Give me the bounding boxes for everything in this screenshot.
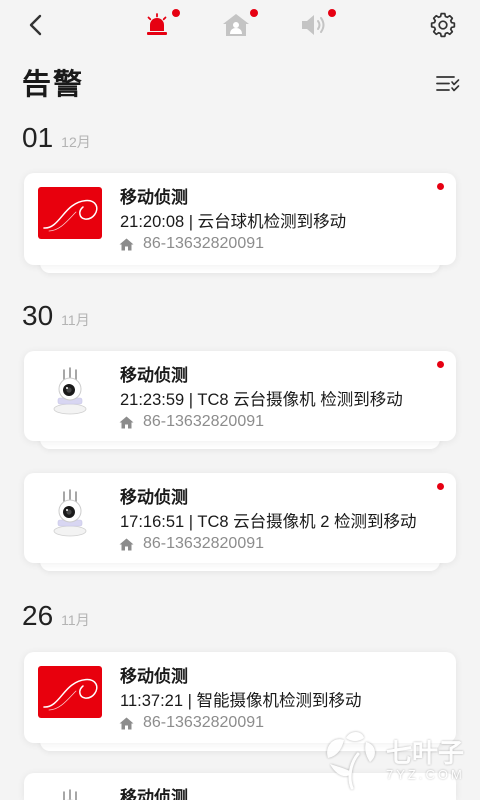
brand-logo-thumbnail bbox=[38, 666, 102, 718]
alarm-card[interactable]: 移动侦测 11:37:21 | 智能摄像机检测到移动 86-1363282009… bbox=[24, 652, 456, 743]
device-id: 86-13632820091 bbox=[143, 535, 265, 552]
home-icon bbox=[119, 416, 134, 429]
alarm-card[interactable]: 移动侦测 21:20:08 | 云台球机检测到移动 86-13632820091 bbox=[24, 173, 456, 265]
filter-button[interactable] bbox=[436, 75, 460, 93]
alarm-card[interactable]: 移动侦测 17:16:51 | TC8 云台摄像机 2 检测到移动 86-136… bbox=[24, 473, 456, 563]
date-day: 01 bbox=[22, 122, 54, 153]
date-header: 01 12月 bbox=[22, 120, 91, 156]
speaker-icon bbox=[302, 15, 325, 35]
date-month: 11月 bbox=[61, 312, 90, 328]
back-button[interactable] bbox=[25, 13, 47, 37]
alarms-badge bbox=[172, 9, 180, 17]
settings-button[interactable] bbox=[430, 12, 456, 38]
alarm-type: 移动侦测 bbox=[120, 366, 188, 385]
chevron-left-icon bbox=[29, 14, 42, 36]
date-header: 26 11月 bbox=[22, 598, 90, 634]
device-row: 86-13632820091 bbox=[119, 411, 264, 433]
alarm-detail: 17:16:51 | TC8 云台摄像机 2 检测到移动 bbox=[120, 513, 417, 531]
alarm-detail: 21:23:59 | TC8 云台摄像机 检测到移动 bbox=[120, 391, 403, 409]
alarm-detail: 21:20:08 | 云台球机检测到移动 bbox=[120, 213, 347, 231]
unread-dot bbox=[437, 183, 444, 190]
date-month: 11月 bbox=[61, 612, 90, 628]
gear-icon bbox=[430, 12, 456, 38]
alarm-type: 移动侦测 bbox=[120, 788, 188, 800]
date-day: 30 bbox=[22, 300, 54, 331]
watermark-site: 7YZ.COM bbox=[386, 767, 465, 782]
home-badge bbox=[250, 9, 258, 17]
list-check-icon bbox=[436, 76, 460, 92]
device-id: 86-13632820091 bbox=[143, 235, 265, 252]
camera-thumbnail bbox=[38, 487, 102, 539]
device-id: 86-13632820091 bbox=[143, 714, 265, 731]
device-row: 86-13632820091 bbox=[119, 712, 264, 734]
page-title: 告警 bbox=[22, 69, 85, 101]
alarm-type: 移动侦测 bbox=[120, 667, 188, 686]
device-row: 86-13632820091 bbox=[119, 533, 264, 555]
unread-dot bbox=[437, 483, 444, 490]
home-icon bbox=[119, 238, 134, 251]
home-user-icon bbox=[223, 14, 249, 36]
watermark-name: 七叶子 bbox=[386, 738, 465, 768]
alarm-card[interactable]: 移动侦测 21:23:59 | TC8 云台摄像机 检测到移动 86-13632… bbox=[24, 351, 456, 441]
device-row: 86-13632820091 bbox=[119, 233, 264, 255]
unread-dot bbox=[437, 361, 444, 368]
camera-thumbnail bbox=[38, 365, 102, 417]
alarm-detail: 11:37:21 | 智能摄像机检测到移动 bbox=[120, 692, 362, 710]
home-icon bbox=[119, 717, 134, 730]
alarm-type: 移动侦测 bbox=[120, 188, 188, 207]
alarm-bell-icon bbox=[147, 13, 167, 35]
alarm-type: 移动侦测 bbox=[120, 488, 188, 507]
brand-logo-thumbnail bbox=[38, 187, 102, 239]
home-icon bbox=[119, 538, 134, 551]
sound-badge bbox=[328, 9, 336, 17]
tab-home[interactable] bbox=[222, 13, 250, 37]
date-header: 30 11月 bbox=[22, 298, 90, 334]
date-month: 12月 bbox=[61, 134, 91, 150]
device-id: 86-13632820091 bbox=[143, 413, 265, 430]
watermark-leaf-logo bbox=[327, 732, 375, 790]
date-day: 26 bbox=[22, 600, 54, 631]
tab-alarms[interactable] bbox=[144, 13, 170, 37]
tab-sound[interactable] bbox=[300, 13, 328, 37]
camera-thumbnail bbox=[38, 787, 102, 800]
